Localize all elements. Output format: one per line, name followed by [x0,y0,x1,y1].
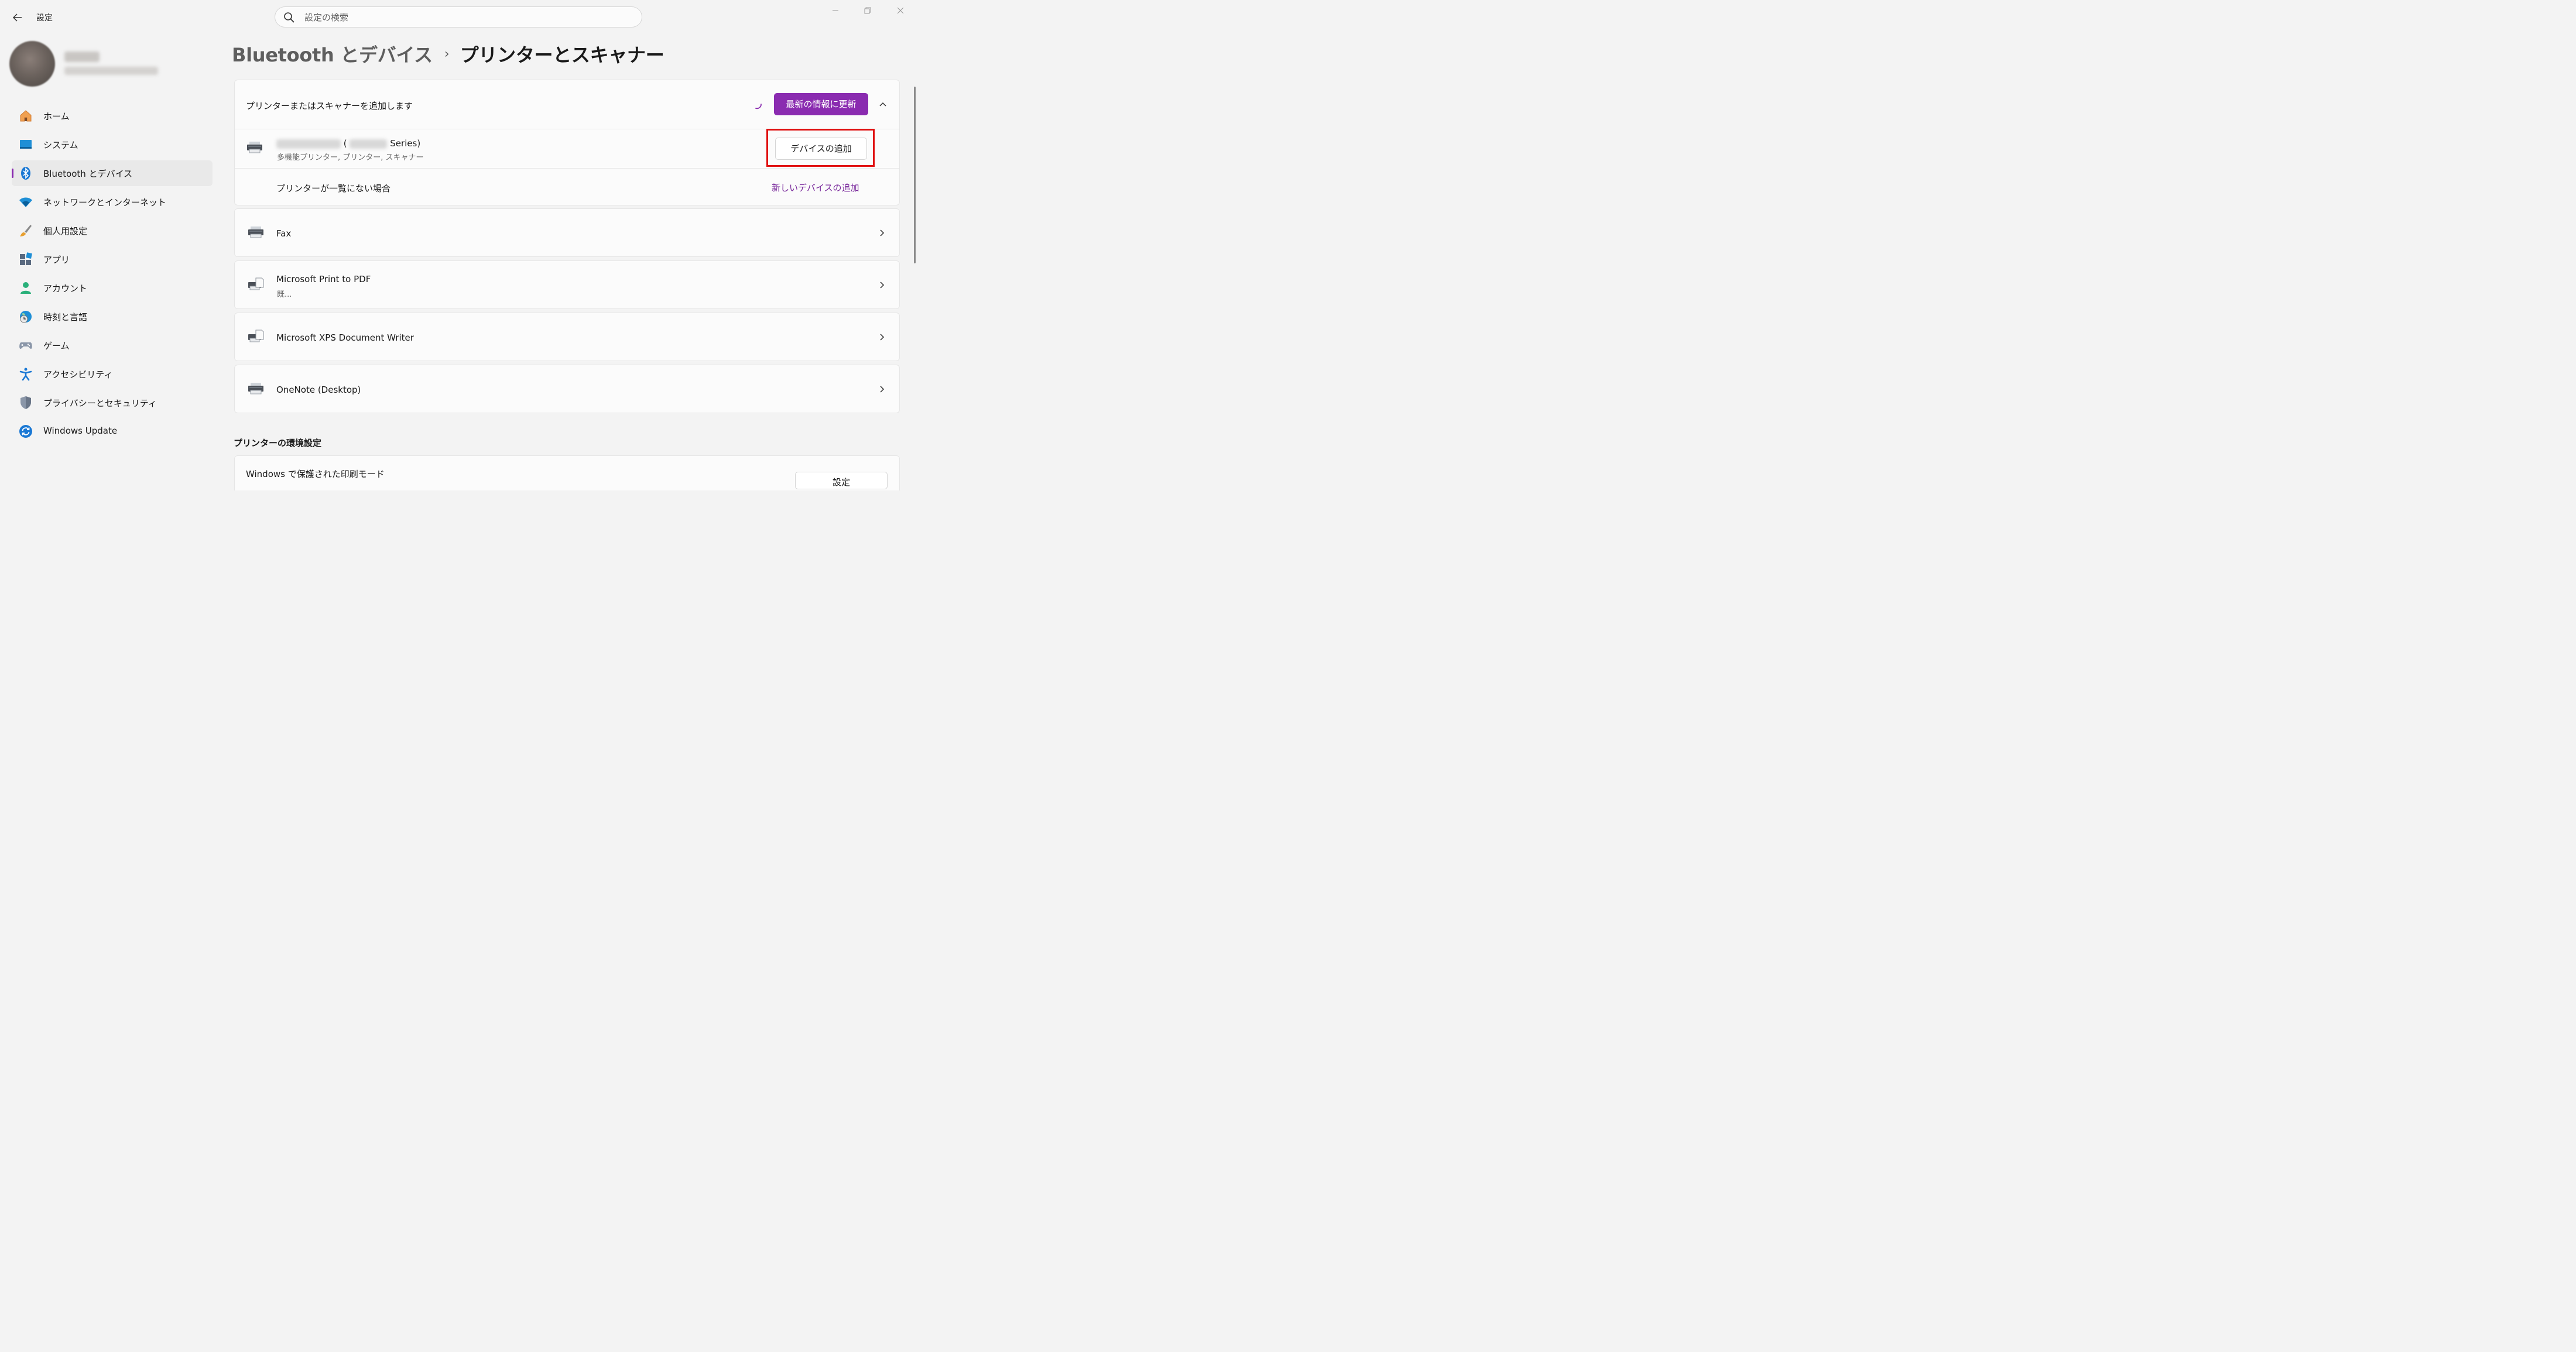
close-icon [897,7,904,14]
add-printer-label: プリンターまたはスキャナーを追加します [246,101,413,111]
sidebar-nav: ホーム システム Bluetooth とデバイス ネットワークとインターネット … [12,103,213,447]
redacted-model [276,139,341,149]
printer-not-listed-label: プリンターが一覧にない場合 [276,183,391,194]
sidebar-item-gaming[interactable]: ゲーム [12,332,213,358]
sidebar-item-label: ネットワークとインターネット [43,197,167,208]
printer-name: Microsoft Print to PDF [276,274,371,284]
sidebar-item-label: アクセシビリティ [43,369,113,380]
back-button[interactable] [11,11,25,25]
protected-print-mode-button[interactable]: 設定 [795,472,888,489]
sidebar-item-time-language[interactable]: 時刻と言語 [12,304,213,330]
sidebar-item-label: ゲーム [43,341,70,351]
sidebar-item-label: プライバシーとセキュリティ [43,398,157,409]
breadcrumb-separator: › [444,46,450,61]
chevron-up-icon[interactable] [878,99,888,109]
time-language-icon [20,311,32,323]
minimize-icon [833,10,838,11]
printer-row-print-to-pdf[interactable]: Microsoft Print to PDF 既... [234,260,900,309]
home-icon [20,110,32,122]
maximize-button[interactable] [856,5,879,19]
redacted-series [350,139,388,149]
sidebar-item-label: アカウント [43,283,88,294]
printer-row-fax[interactable]: Fax [234,208,900,257]
chevron-right-icon [880,229,885,236]
printer-row-onenote[interactable]: OneNote (Desktop) [234,365,900,413]
printer-row-xps-writer[interactable]: Microsoft XPS Document Writer [234,313,900,361]
shield-icon [20,396,31,409]
sidebar-item-apps[interactable]: アプリ [12,246,213,272]
sidebar-item-label: Windows Update [43,425,118,436]
title-bar: 設定 [0,0,918,35]
search-box[interactable] [275,6,642,28]
found-device-type: 多機能プリンター, プリンター, スキャナー [277,153,424,162]
account-icon [20,282,31,294]
close-button[interactable] [889,5,912,19]
printer-name: Microsoft XPS Document Writer [276,332,414,343]
bluetooth-icon [21,167,30,180]
printer-with-page-icon [248,330,264,342]
breadcrumb-parent[interactable]: Bluetooth とデバイス [232,40,433,67]
protected-print-mode-label: Windows で保護された印刷モード [246,469,385,479]
sidebar-item-home[interactable]: ホーム [12,103,213,129]
sidebar-item-label: Bluetooth とデバイス [43,169,133,179]
minimize-button[interactable] [824,5,847,19]
loading-spinner-icon [755,104,762,109]
user-name-redacted [64,52,100,62]
sidebar-item-privacy[interactable]: プライバシーとセキュリティ [12,390,213,416]
sidebar-item-label: ホーム [43,111,70,122]
add-new-device-link[interactable]: 新しいデバイスの追加 [772,181,859,194]
user-email-redacted [64,67,158,75]
sidebar-item-system[interactable]: システム [12,132,213,157]
printer-icon [247,142,262,153]
scrollbar[interactable] [914,87,916,263]
found-device-name: ( Series) [276,138,420,149]
brush-icon [20,225,32,236]
search-input[interactable] [303,7,633,28]
search-icon [284,12,294,23]
sidebar-item-bluetooth[interactable]: Bluetooth とデバイス [12,160,213,186]
refresh-button[interactable]: 最新の情報に更新 [774,93,868,115]
sidebar-item-label: システム [43,140,78,150]
sidebar-item-label: 個人用設定 [43,226,88,236]
sidebar-item-label: アプリ [43,255,70,265]
printer-icon [248,383,263,394]
printer-preferences-heading: プリンターの環境設定 [234,438,322,448]
printer-status: 既... [277,290,292,299]
back-arrow-icon [12,13,22,22]
restore-icon [864,7,871,14]
sidebar-item-label: 時刻と言語 [43,312,88,322]
breadcrumb: Bluetooth とデバイス › プリンターとスキャナー [232,41,664,67]
sidebar-item-network[interactable]: ネットワークとインターネット [12,189,213,215]
printer-icon [248,227,263,238]
chevron-right-icon [880,282,885,289]
wifi-icon [19,197,32,207]
avatar[interactable] [9,41,55,87]
printer-name: Fax [276,228,292,239]
accessibility-icon [19,368,32,381]
chevron-right-icon [880,334,885,341]
printer-with-page-icon [248,277,264,290]
printer-name: OneNote (Desktop) [276,385,361,395]
sidebar-item-windows-update[interactable]: Windows Update [12,418,213,444]
page-title: プリンターとスキャナー [460,44,664,66]
system-icon [20,140,32,149]
sidebar-item-accounts[interactable]: アカウント [12,275,213,301]
annotation-highlight-box [766,129,875,167]
chevron-right-icon [880,386,885,393]
update-icon [19,425,32,438]
sidebar-item-personalization[interactable]: 個人用設定 [12,218,213,243]
app-title: 設定 [36,13,53,23]
gamepad-icon [19,342,32,349]
apps-icon [20,252,32,265]
sidebar-item-accessibility[interactable]: アクセシビリティ [12,361,213,387]
